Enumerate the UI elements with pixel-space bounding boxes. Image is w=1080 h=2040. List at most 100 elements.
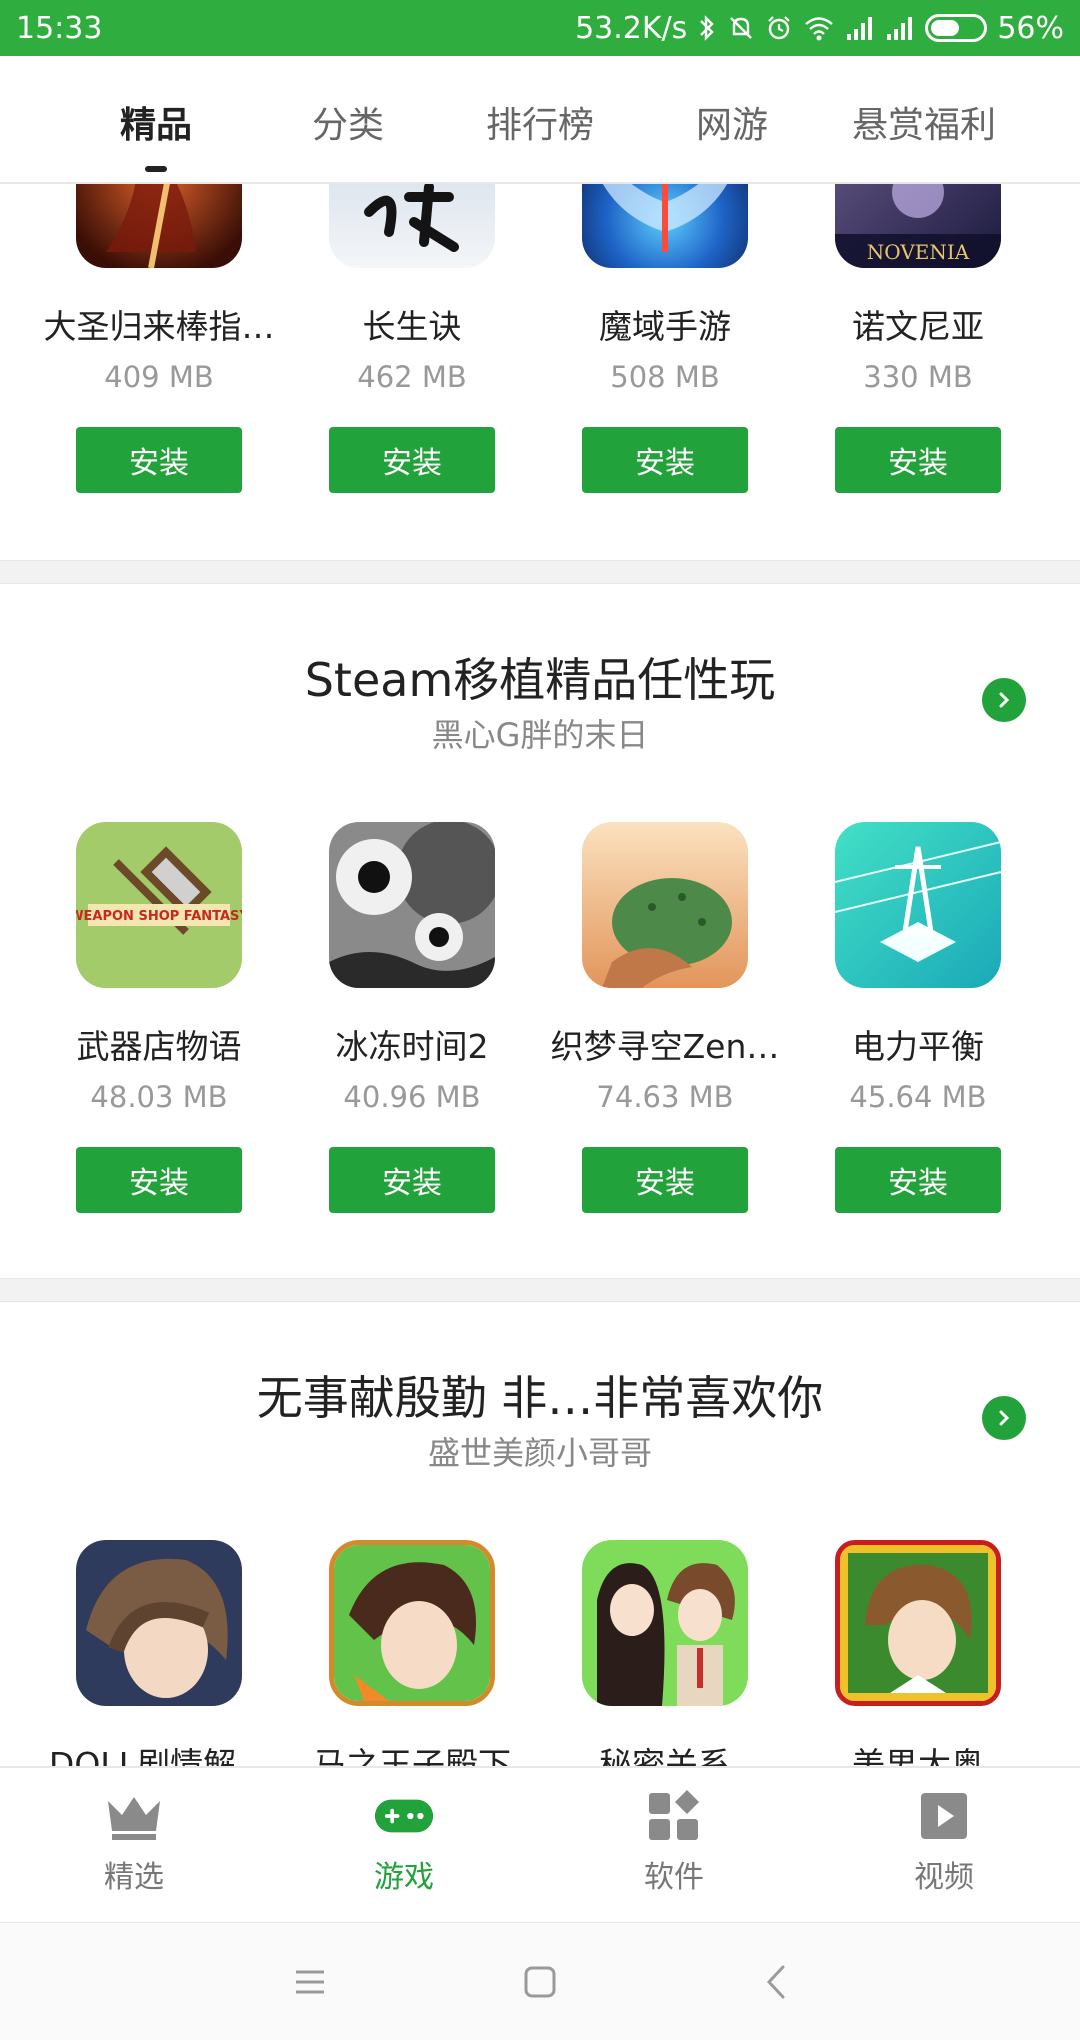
- tab-categories[interactable]: 分类: [312, 96, 384, 148]
- signal-icon: [887, 17, 913, 40]
- nav-label: 软件: [644, 1860, 704, 1895]
- section-divider: [0, 560, 1080, 584]
- status-time: 15:33: [16, 10, 103, 46]
- app-card[interactable]: 秘密关系: [540, 1540, 790, 1766]
- nav-item-games[interactable]: 游戏: [324, 1788, 484, 1896]
- app-card[interactable]: 冰冻时间2 40.96 MB 安装: [287, 822, 537, 1222]
- back-icon[interactable]: [751, 1957, 801, 2007]
- novenia-logo-text: NOVENIA: [867, 240, 970, 264]
- app-name: 织梦寻空Zen…: [550, 1027, 780, 1066]
- app-card[interactable]: 织梦寻空Zen… 74.63 MB 安装: [540, 822, 790, 1222]
- app-size: 74.63 MB: [596, 1080, 734, 1114]
- app-card[interactable]: 长生诀 462 MB 安装: [287, 184, 537, 560]
- tab-indicator: [145, 166, 167, 172]
- install-button[interactable]: 安装: [76, 427, 242, 493]
- app-card[interactable]: WEAPON SHOP FANTASY 武器店物语 48.03 MB 安装: [34, 822, 284, 1222]
- install-button[interactable]: 安装: [582, 1147, 748, 1213]
- battery-percent: 56%: [997, 10, 1064, 46]
- app-card[interactable]: 大圣归来棒指… 409 MB 安装: [34, 184, 284, 560]
- app-size: 462 MB: [357, 360, 467, 394]
- mute-bell-icon: [730, 17, 753, 39]
- app-card[interactable]: NOVENIA 诺文尼亚 330 MB 安装: [793, 184, 1043, 560]
- app-name: 魔域手游: [599, 307, 731, 346]
- home-icon[interactable]: [515, 1957, 565, 2007]
- install-button[interactable]: 安装: [329, 1147, 495, 1213]
- app-name: 长生诀: [362, 307, 462, 346]
- battery-icon: [925, 14, 988, 42]
- app-card[interactable]: 美男大奥: [793, 1540, 1043, 1766]
- top-tab-bar: 精品 分类 排行榜 网游 悬赏福利: [0, 56, 1080, 184]
- signal-icon: [847, 17, 873, 40]
- eyes-gear-icon: [329, 822, 495, 988]
- app-card[interactable]: 电力平衡 45.64 MB 安装: [793, 822, 1043, 1222]
- alarm-icon: [768, 16, 791, 40]
- section-title: Steam移植精品任性玩: [304, 653, 776, 707]
- novenia-icon: NOVENIA: [835, 184, 1001, 268]
- app-name: 电力平衡: [852, 1027, 984, 1066]
- play-icon: [914, 1788, 974, 1844]
- app-size: 508 MB: [610, 360, 720, 394]
- app-size: 40.96 MB: [343, 1080, 481, 1114]
- section-more-button[interactable]: [982, 678, 1026, 722]
- menu-icon[interactable]: [285, 1957, 335, 2007]
- content-feed[interactable]: 大圣归来棒指… 409 MB 安装 长生诀 462 MB 安装 魔域手游 508…: [0, 184, 1080, 1766]
- app-name: 大圣归来棒指…: [43, 307, 275, 346]
- monkey-king-icon: [76, 184, 242, 268]
- power-tower-icon: [835, 822, 1001, 988]
- handsome-man-icon: [835, 1540, 1001, 1706]
- bluetooth-icon: [700, 15, 715, 41]
- section-subtitle: 盛世美颜小哥哥: [427, 1434, 652, 1472]
- nav-label: 精选: [104, 1860, 164, 1895]
- nav-label: 游戏: [374, 1860, 434, 1895]
- section-divider: [0, 1278, 1080, 1302]
- app-name: 冰冻时间2: [335, 1027, 489, 1066]
- app-name: DOLL剧情解…: [48, 1745, 270, 1766]
- app-card[interactable]: DOLL剧情解…: [34, 1540, 284, 1766]
- app-card[interactable]: 魔域手游 508 MB 安装: [540, 184, 790, 560]
- system-nav-bar: [0, 1922, 1080, 2040]
- wings-icon: [582, 184, 748, 268]
- app-section-handsome: 无事献殷勤 非…非常喜欢你 盛世美颜小哥哥 DOLL剧情解… 马之王子殿下 秘密…: [0, 1302, 1080, 1766]
- chevron-right-icon: [999, 1410, 1010, 1426]
- status-bar: 15:33 53.2K/s 56%: [0, 0, 1080, 56]
- tab-featured[interactable]: 精品: [120, 96, 192, 148]
- app-size: 48.03 MB: [90, 1080, 228, 1114]
- calligraphy-icon: [329, 184, 495, 268]
- cactus-hill-icon: [582, 822, 748, 988]
- app-size: 330 MB: [863, 360, 973, 394]
- tab-rankings[interactable]: 排行榜: [486, 96, 594, 148]
- section-more-button[interactable]: [982, 1396, 1026, 1440]
- weapon-shop-logo-text: WEAPON SHOP FANTASY: [76, 909, 242, 924]
- install-button[interactable]: 安装: [76, 1147, 242, 1213]
- network-speed: 53.2K/s: [575, 10, 688, 46]
- app-name: 马之王子殿下: [313, 1745, 511, 1766]
- app-card[interactable]: 马之王子殿下: [287, 1540, 537, 1766]
- apps-grid-icon: [644, 1788, 704, 1844]
- install-button[interactable]: 安装: [835, 1147, 1001, 1213]
- section-subtitle: 黑心G胖的末日: [431, 716, 649, 754]
- app-name: 武器店物语: [76, 1027, 242, 1066]
- app-section-steam: Steam移植精品任性玩 黑心G胖的末日 WEAPON SHOP FANTASY…: [0, 584, 1080, 1278]
- app-size: 409 MB: [104, 360, 214, 394]
- battery-fill: [931, 20, 960, 36]
- nav-label: 视频: [914, 1860, 974, 1895]
- app-section-1: 大圣归来棒指… 409 MB 安装 长生诀 462 MB 安装 魔域手游 508…: [0, 184, 1080, 560]
- tab-rewards[interactable]: 悬赏福利: [852, 96, 996, 148]
- app-name: 美男大奥: [852, 1745, 984, 1766]
- doll-boy-icon: [76, 1540, 242, 1706]
- crown-icon: [104, 1788, 164, 1844]
- tab-online-games[interactable]: 网游: [696, 96, 768, 148]
- weapon-shop-icon: WEAPON SHOP FANTASY: [76, 822, 242, 988]
- section-title: 无事献殷勤 非…非常喜欢你: [256, 1371, 824, 1425]
- install-button[interactable]: 安装: [835, 427, 1001, 493]
- install-button[interactable]: 安装: [329, 427, 495, 493]
- wifi-icon: [805, 17, 834, 41]
- install-button[interactable]: 安装: [582, 427, 748, 493]
- nav-item-featured[interactable]: 精选: [54, 1788, 214, 1896]
- app-size: 45.64 MB: [849, 1080, 987, 1114]
- nav-item-software[interactable]: 软件: [594, 1788, 754, 1896]
- app-name: 秘密关系: [599, 1745, 731, 1766]
- nav-item-video[interactable]: 视频: [864, 1788, 1024, 1896]
- secret-couple-icon: [582, 1540, 748, 1706]
- app-name: 诺文尼亚: [852, 307, 984, 346]
